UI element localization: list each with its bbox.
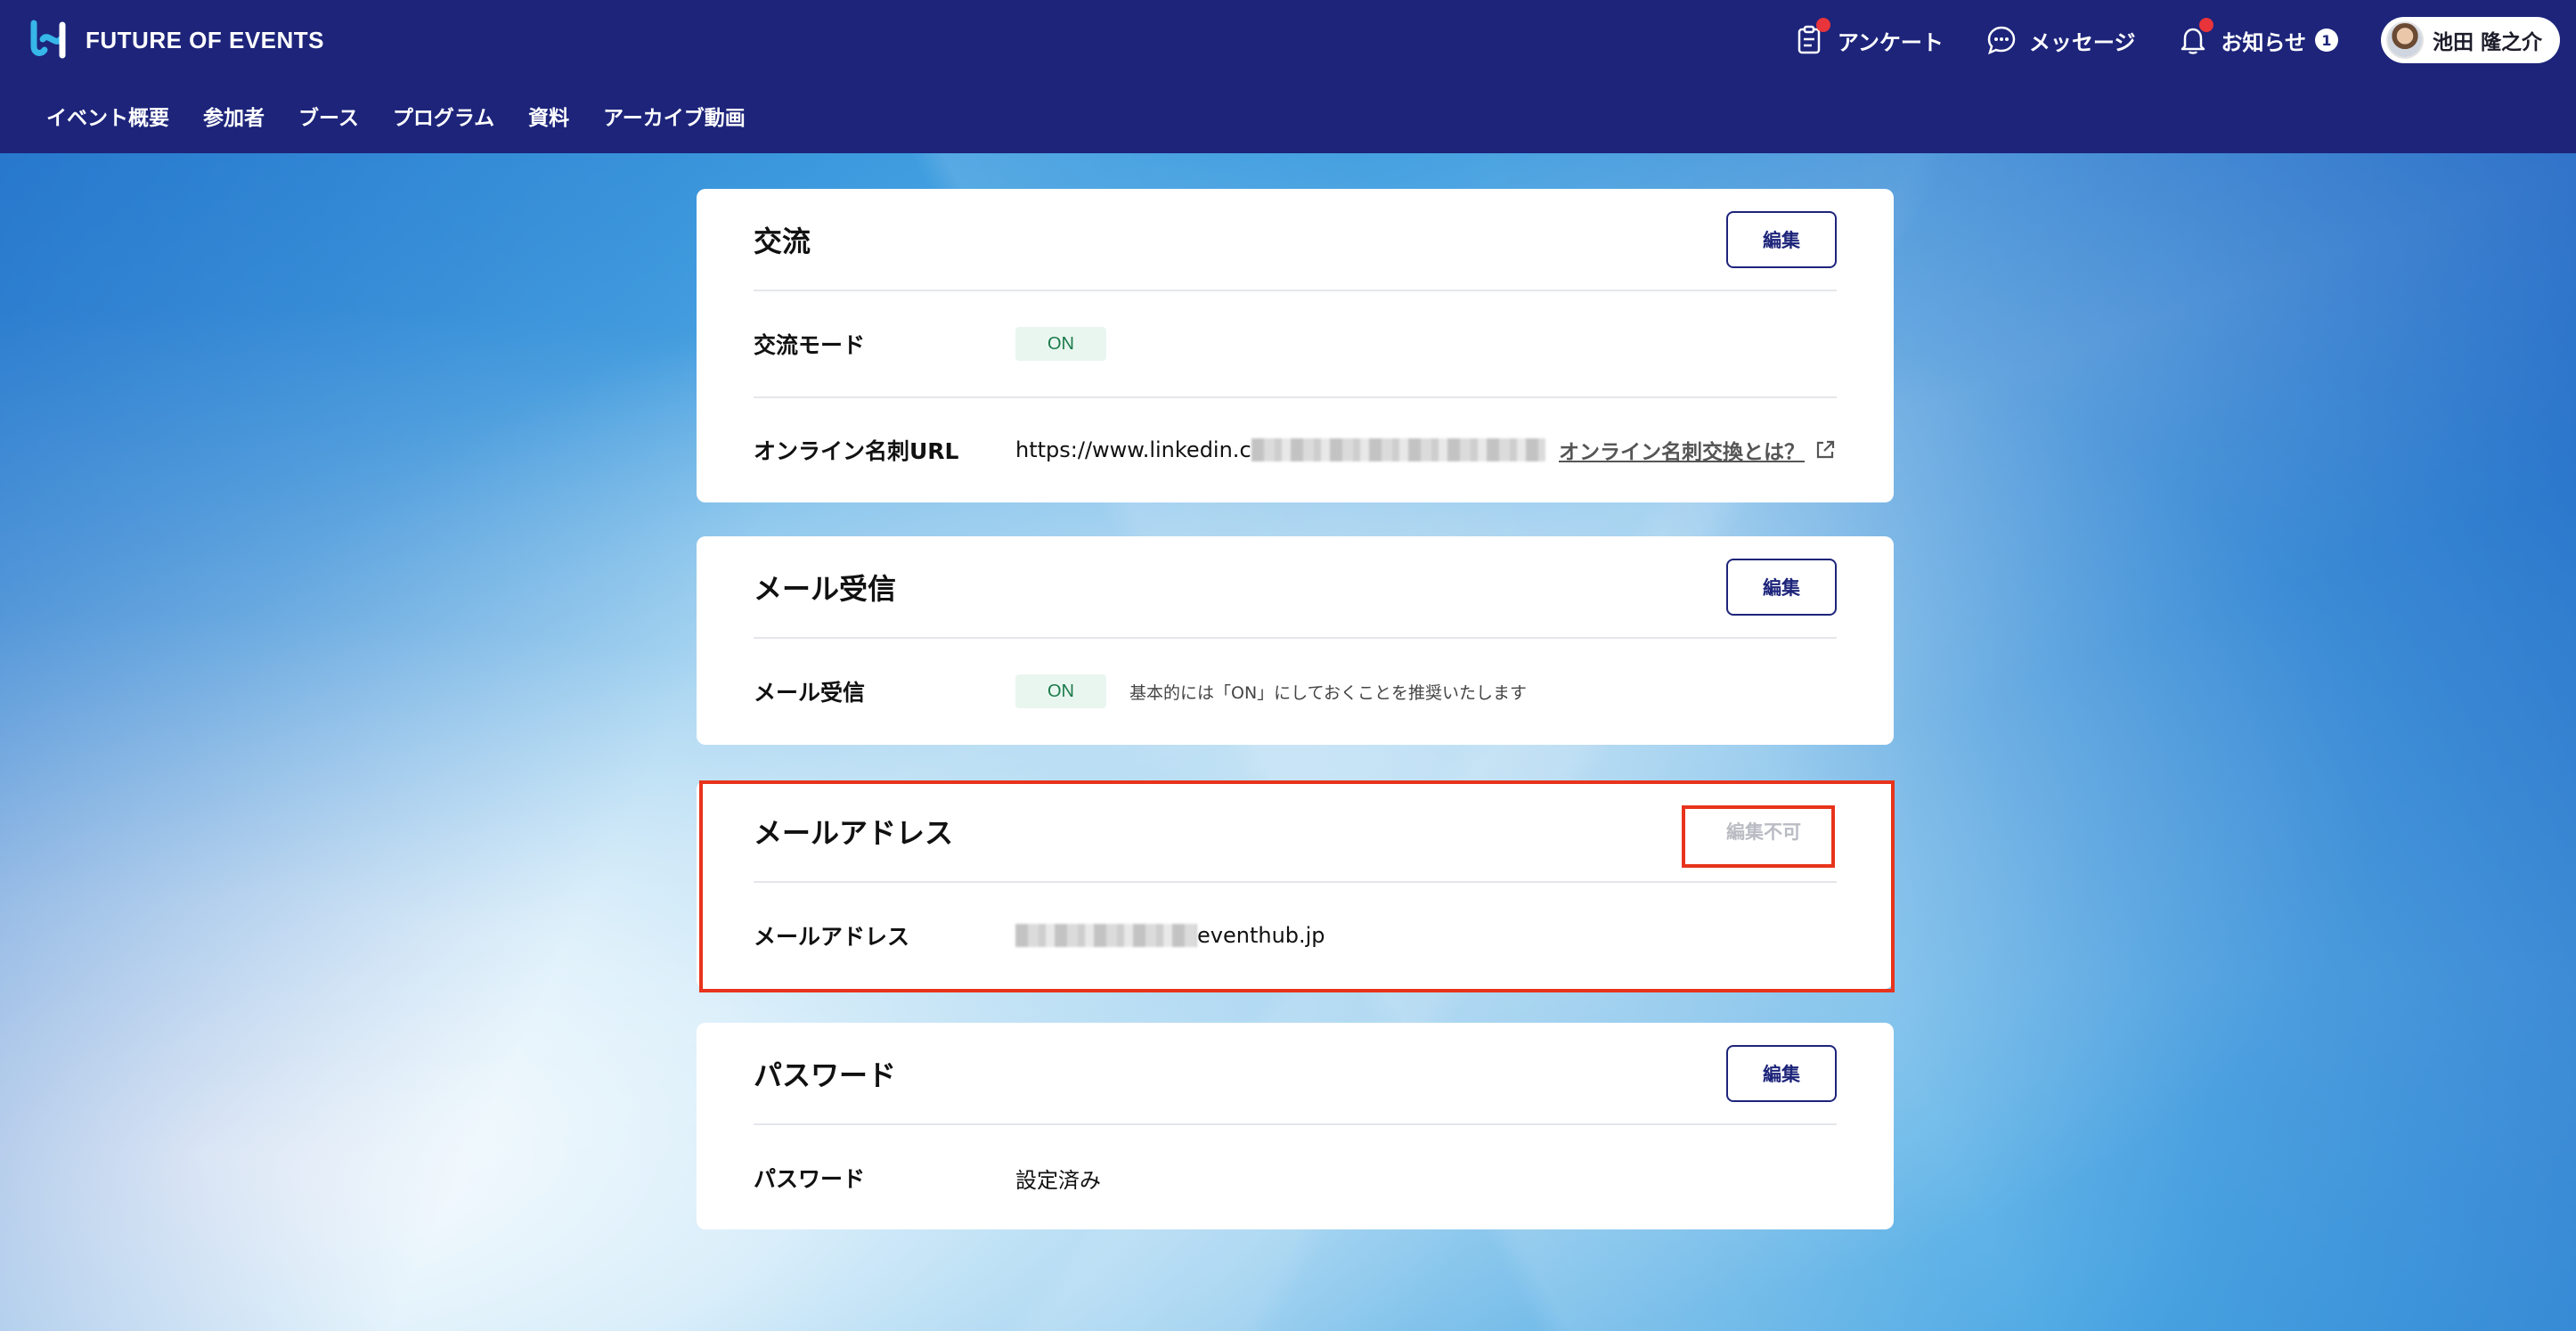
business-card-url-text: https://www.linkedin.c [1015, 437, 1251, 462]
exchange-card-header: 交流 編集 [754, 189, 1837, 291]
exchange-card: 交流 編集 交流モード ON オンライン名刺URL https://www.li… [697, 189, 1894, 502]
logo[interactable]: FUTURE OF EVENTS [29, 20, 324, 61]
external-link-icon [1816, 440, 1835, 459]
mail-receive-status-badge: ON [1015, 674, 1106, 708]
mail-receive-hint: 基本的には「ON」にしておくことを推奨いたします [1129, 682, 1528, 703]
mail-receive-card: メール受信 編集 メール受信 ON 基本的には「ON」にしておくことを推奨いたし… [697, 536, 1894, 745]
eventhub-logo-icon [30, 20, 66, 59]
nav-item-participants[interactable]: 参加者 [203, 101, 265, 131]
exchange-edit-button[interactable]: 編集 [1726, 210, 1837, 268]
business-card-url-label: オンライン名刺URL [754, 438, 959, 464]
url-redacted-region [1251, 438, 1545, 461]
password-value: 設定済み [1015, 1167, 1101, 1193]
header-actions: アンケート メッセージ お知らせ 1 池田 隆之介 [1795, 14, 2560, 66]
survey-alert-dot [1815, 18, 1830, 32]
main-nav: イベント概要 参加者 ブース プログラム 資料 アーカイブ動画 [46, 98, 746, 134]
mail-receive-row: メール受信 ON 基本的には「ON」にしておくことを推奨いたします [754, 639, 1837, 744]
password-card-header: パスワード 編集 [754, 1023, 1837, 1125]
mail-address-card-header: メールアドレス 編集不可 [754, 780, 1837, 883]
nav-item-booths[interactable]: ブース [298, 101, 359, 131]
business-card-help-link[interactable]: オンライン名刺交換とは？ [1559, 435, 1837, 465]
mail-receive-card-header: メール受信 編集 [754, 536, 1837, 639]
exchange-card-title: 交流 [754, 224, 811, 258]
mail-address-card: メールアドレス 編集不可 メールアドレス eventhub.jp [697, 780, 1894, 989]
mail-receive-card-title: メール受信 [754, 571, 897, 606]
brand-name: FUTURE OF EVENTS [86, 26, 325, 53]
avatar [2385, 21, 2424, 59]
mail-address-row: メールアドレス eventhub.jp [754, 883, 1837, 988]
notifications-alert-dot [2199, 18, 2214, 32]
notifications-button[interactable]: お知らせ 1 [2178, 18, 2338, 56]
nav-item-materials[interactable]: 資料 [528, 101, 569, 131]
mail-receive-edit-button[interactable]: 編集 [1726, 558, 1837, 616]
business-card-url-value: https://www.linkedin.c [1015, 437, 1545, 462]
password-row: パスワード 設定済み [754, 1125, 1837, 1230]
mail-address-domain: eventhub.jp [1197, 923, 1325, 948]
exchange-mode-row: 交流モード ON [754, 291, 1837, 396]
notifications-label: お知らせ [2221, 29, 2306, 55]
clipboard-icon [1795, 18, 1830, 55]
exchange-mode-status-badge: ON [1015, 327, 1106, 361]
nav-item-archive-videos[interactable]: アーカイブ動画 [603, 101, 746, 131]
nav-item-program[interactable]: プログラム [393, 101, 494, 131]
password-label: パスワード [754, 1166, 866, 1192]
mail-receive-value: ON 基本的には「ON」にしておくことを推奨いたします [1015, 674, 1527, 708]
user-name: 池田 隆之介 [2432, 31, 2542, 54]
chat-bubble-icon [1986, 25, 2017, 55]
exchange-mode-label: 交流モード [754, 332, 866, 358]
password-edit-button[interactable]: 編集 [1726, 1044, 1837, 1102]
top-header: FUTURE OF EVENTS アンケート メッセージ お知らせ 1 池田 隆… [0, 0, 2576, 153]
business-card-url-row: オンライン名刺URL https://www.linkedin.c オンライン名… [754, 396, 1837, 502]
business-card-help-link-text: オンライン名刺交換とは？ [1559, 441, 1805, 464]
survey-label: アンケート [1837, 29, 1944, 55]
mail-address-label: メールアドレス [754, 924, 910, 950]
mail-address-edit-disabled: 編集不可 [1726, 821, 1801, 843]
email-redacted-region [1015, 924, 1197, 947]
business-card-url-group: オンライン名刺URL https://www.linkedin.c [754, 434, 1545, 466]
password-card-title: パスワード [754, 1057, 897, 1092]
mail-receive-label: メール受信 [754, 680, 866, 706]
mail-address-card-title: メールアドレス [754, 815, 954, 850]
mail-address-value: eventhub.jp [1015, 923, 1325, 948]
user-menu-button[interactable]: 池田 隆之介 [2380, 17, 2560, 63]
messages-label: メッセージ [2028, 29, 2136, 55]
nav-item-event-overview[interactable]: イベント概要 [46, 101, 169, 131]
messages-button[interactable]: メッセージ [1986, 25, 2136, 56]
bell-icon [2178, 18, 2214, 55]
password-card: パスワード 編集 パスワード 設定済み [697, 1023, 1894, 1229]
exchange-mode-value: ON [1015, 327, 1106, 361]
notifications-count-badge: 1 [2314, 29, 2338, 52]
survey-button[interactable]: アンケート [1795, 18, 1944, 56]
